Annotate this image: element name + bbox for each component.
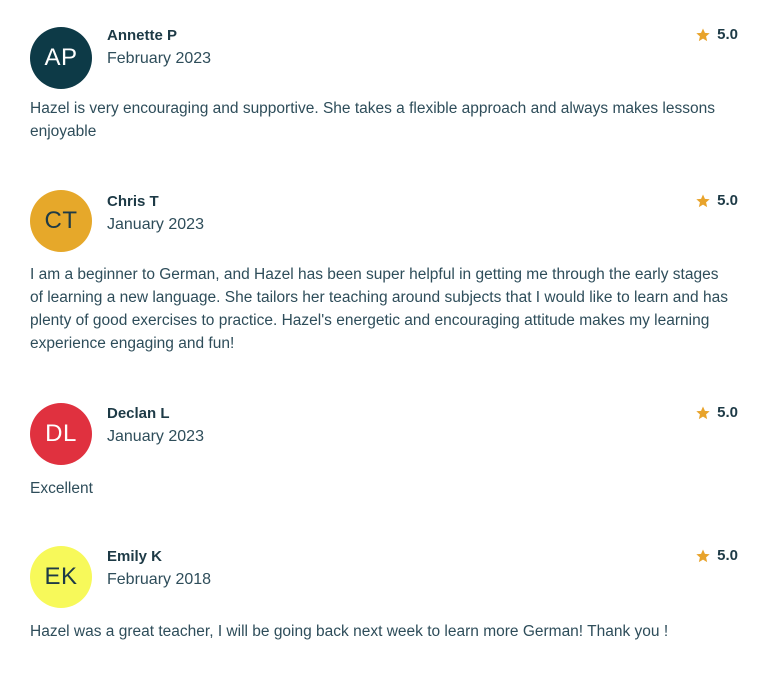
avatar: AP <box>30 27 92 89</box>
review-text: Excellent <box>30 480 93 497</box>
review-text: Hazel is very encouraging and supportive… <box>30 100 715 140</box>
avatar-initials: DL <box>45 420 77 447</box>
avatar: CT <box>30 190 92 252</box>
rating-value: 5.0 <box>717 192 738 209</box>
rating: 5.0 <box>695 26 738 43</box>
review-date: January 2023 <box>107 428 204 445</box>
star-icon <box>696 405 710 419</box>
reviewer-name: Declan L <box>107 405 170 422</box>
star-icon <box>696 193 710 207</box>
avatar-initials: AP <box>44 44 78 71</box>
rating: 5.0 <box>695 404 738 421</box>
rating-value: 5.0 <box>717 404 738 421</box>
reviewer-name: Chris T <box>107 193 159 210</box>
avatar: DL <box>30 403 92 465</box>
avatar-initials: EK <box>44 563 78 590</box>
star-icon <box>696 548 710 562</box>
star-icon <box>696 27 710 41</box>
review-text: I am a beginner to German, and Hazel has… <box>30 266 728 352</box>
rating: 5.0 <box>695 192 738 209</box>
review-date: January 2023 <box>107 216 204 233</box>
rating: 5.0 <box>695 547 738 564</box>
reviews-list: AP Annette P February 2023 5.0 Hazel is … <box>0 0 766 682</box>
review-date: February 2018 <box>107 571 212 588</box>
reviewer-name: Annette P <box>107 27 178 44</box>
review-date: February 2023 <box>107 50 212 67</box>
avatar: EK <box>30 546 92 608</box>
rating-value: 5.0 <box>717 547 738 564</box>
review-text: Hazel was a great teacher, I will be goi… <box>30 623 669 640</box>
rating-value: 5.0 <box>717 26 738 43</box>
reviewer-name: Emily K <box>107 548 163 565</box>
avatar-initials: CT <box>44 207 78 234</box>
